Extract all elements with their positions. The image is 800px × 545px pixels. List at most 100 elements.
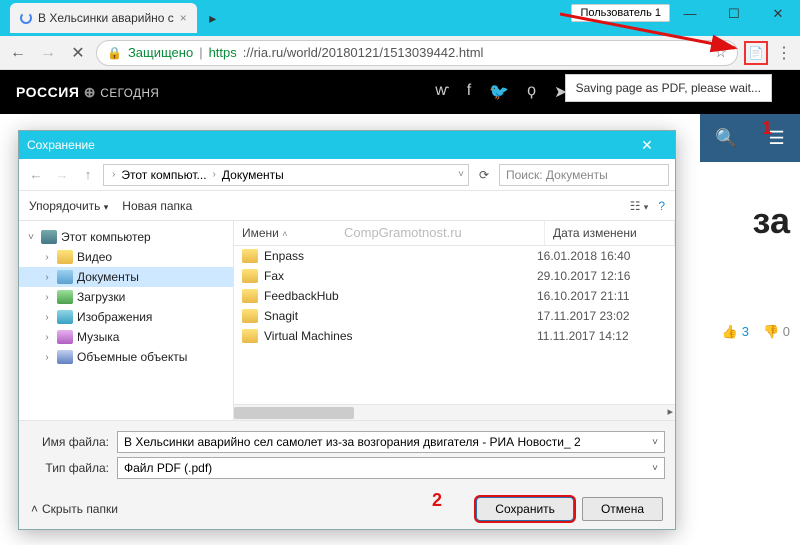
folder-icon [242,269,258,283]
tree-item[interactable]: › Музыка [19,327,233,347]
tree-item[interactable]: ›Объемные объекты [19,347,233,367]
list-item[interactable]: Snagit17.11.2017 23:02 [234,306,675,326]
tree-twisty-icon[interactable]: › [41,352,53,363]
search-icon[interactable]: 🔍 [715,128,737,149]
callout-1: 1 [762,118,772,139]
scrollbar-thumb[interactable] [234,407,354,419]
headline-fragment: за [753,200,790,242]
organize-menu[interactable]: Упорядочить ▾ [29,199,108,213]
crumb-leaf[interactable]: Документы [220,168,286,182]
filename-label: Имя файла: [29,435,109,449]
chrome-menu-button[interactable]: ⋮ [774,43,794,63]
folder-icon [57,310,73,324]
folder-tree[interactable]: ˅Этот компьютер›Видео›Документы›Загрузки… [19,221,234,420]
folder-icon [57,290,73,304]
chevron-down-icon[interactable]: ˅ [652,437,658,448]
tree-item[interactable]: ˅Этот компьютер [19,227,233,247]
horizontal-scrollbar[interactable]: ◂ ▸ [234,404,675,420]
nav-up-button[interactable]: ↑ [77,167,99,182]
list-item[interactable]: Fax29.10.2017 12:16 [234,266,675,286]
hide-folders-toggle[interactable]: ˄ Скрыть папки [31,502,118,516]
chevron-down-icon[interactable]: ˅ [652,463,658,474]
dialog-close-button[interactable]: ✕ [627,137,667,154]
file-date: 17.11.2017 23:02 [537,309,667,323]
list-rows[interactable]: Enpass16.01.2018 16:40Fax29.10.2017 12:1… [234,246,675,404]
filename-value: В Хельсинки аварийно сел самолет из-за в… [124,435,581,449]
tree-item[interactable]: › Изображения [19,307,233,327]
folder-icon [242,329,258,343]
file-name: Enpass [264,249,537,263]
view-mode-button[interactable]: ☷ ▾ [630,199,649,213]
scroll-right-icon[interactable]: ▸ [667,405,673,418]
secure-label: Защищено [128,45,193,60]
folder-icon [57,250,73,264]
callout-2: 2 [432,490,442,511]
site-logo[interactable]: РОССИЯ ⊕ СЕГОДНЯ [16,84,159,101]
chevron-right-icon: › [213,169,216,180]
close-window-button[interactable]: ✕ [756,0,800,28]
col-name[interactable]: Имени ˄ [234,221,545,245]
vk-icon[interactable]: ⱳ [435,82,448,102]
folder-icon [242,289,258,303]
nav-back-button[interactable]: ← [25,167,47,182]
tree-item[interactable]: ›Загрузки [19,287,233,307]
refresh-button[interactable]: ⟳ [473,168,495,182]
thumbs-down-icon[interactable]: 👎 0 [763,324,790,340]
tree-label: Изображения [77,310,152,324]
tree-twisty-icon[interactable]: › [41,292,53,303]
tree-twisty-icon[interactable]: › [41,252,53,263]
filename-input[interactable]: В Хельсинки аварийно сел самолет из-за в… [117,431,665,453]
ok-icon[interactable]: ϙ [527,82,536,102]
tree-twisty-icon[interactable]: ˅ [25,232,37,243]
filetype-value: Файл PDF (.pdf) [124,461,212,475]
file-name: Snagit [264,309,537,323]
col-date[interactable]: Дата изменени [545,221,675,245]
file-list: Имени ˄ Дата изменени CompGramotnost.ru … [234,221,675,420]
save-dialog: Сохранение ✕ ← → ↑ › Этот компьют... › Д… [18,130,676,530]
browser-tab[interactable]: В Хельсинки аварийно с × [10,3,197,33]
dialog-search-input[interactable]: Поиск: Документы [499,164,669,186]
dialog-titlebar[interactable]: Сохранение ✕ [19,131,675,159]
chevron-down-icon: ▾ [104,202,109,212]
thumbs-up-icon[interactable]: 👍 3 [722,324,749,340]
separator: | [199,45,202,60]
list-item[interactable]: Enpass16.01.2018 16:40 [234,246,675,266]
forward-button[interactable]: → [36,41,60,65]
file-date: 29.10.2017 12:16 [537,269,667,283]
save-button[interactable]: Сохранить [476,497,574,521]
globe-icon: ⊕ [84,84,96,100]
tree-twisty-icon[interactable]: › [41,332,53,343]
chevron-up-icon: ˄ [31,502,38,516]
page-toolbar: 🔍 ☰ [700,114,800,162]
logo-part-a: РОССИЯ [16,84,79,100]
file-date: 16.01.2018 16:40 [537,249,667,263]
chevron-down-icon[interactable]: ˅ [458,169,464,180]
dialog-footer: ˄ Скрыть папки Сохранить Отмена [19,489,675,529]
tab-title: В Хельсинки аварийно с [38,11,174,25]
new-folder-button[interactable]: Новая папка [122,199,192,213]
tree-twisty-icon[interactable]: › [41,272,53,283]
tree-twisty-icon[interactable]: › [41,312,53,323]
rating-bar: 👍 3 👎 0 [722,324,790,340]
back-button[interactable]: ← [6,41,30,65]
help-button[interactable]: ? [658,199,665,213]
breadcrumb[interactable]: › Этот компьют... › Документы ˅ [103,164,469,186]
list-item[interactable]: Virtual Machines11.11.2017 14:12 [234,326,675,346]
file-name: FeedbackHub [264,289,537,303]
filetype-select[interactable]: Файл PDF (.pdf) ˅ [117,457,665,479]
dialog-body: ˅Этот компьютер›Видео›Документы›Загрузки… [19,221,675,420]
folder-icon [57,350,73,364]
list-item[interactable]: FeedbackHub16.10.2017 21:11 [234,286,675,306]
stop-button[interactable]: ✕ [66,41,90,65]
cancel-button[interactable]: Отмена [582,497,663,521]
close-tab-icon[interactable]: × [180,11,187,25]
tree-item[interactable]: ›Документы [19,267,233,287]
facebook-icon[interactable]: f [467,82,471,102]
nav-forward-button[interactable]: → [51,167,73,182]
crumb-root[interactable]: Этот компьют... [119,168,208,182]
tree-item[interactable]: ›Видео [19,247,233,267]
search-placeholder: Поиск: Документы [506,168,608,182]
twitter-icon[interactable]: 🐦 [489,82,509,102]
tree-label: Музыка [77,330,119,344]
new-tab-button[interactable]: ▸ [203,8,223,28]
